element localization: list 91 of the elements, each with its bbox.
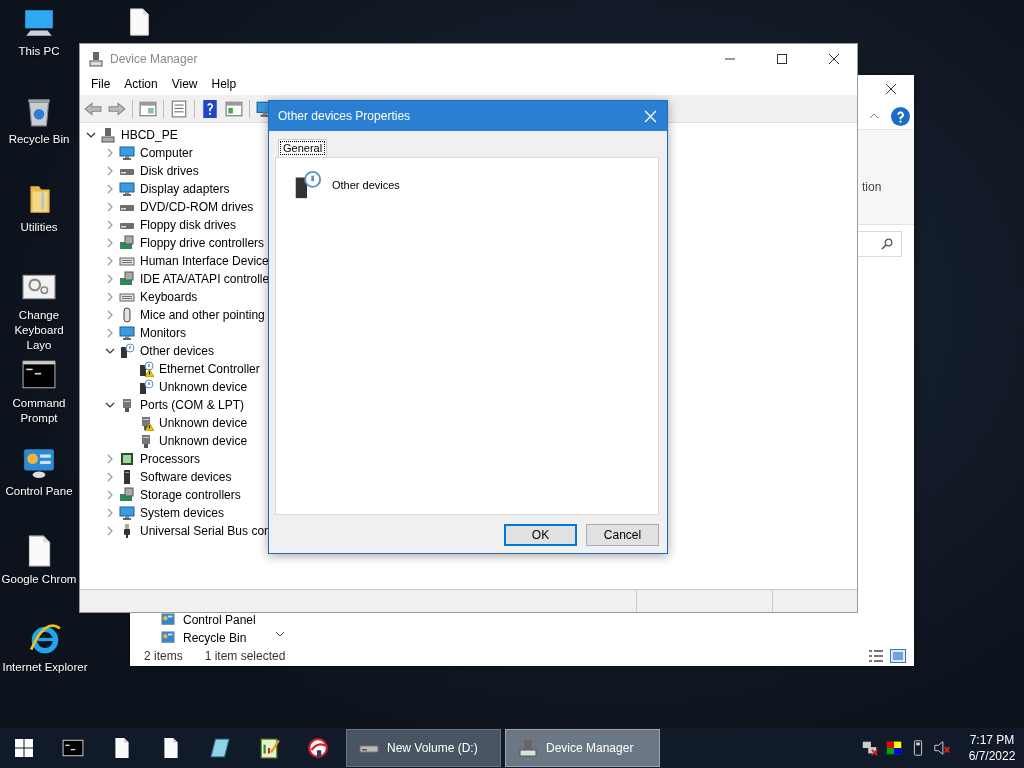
tree-item[interactable]: HBCD_PE <box>121 128 178 142</box>
browser-icon[interactable] <box>28 622 62 656</box>
control-panel-icon <box>160 613 176 627</box>
monitor-icon <box>119 505 135 521</box>
forward-arrow-icon[interactable] <box>108 99 126 118</box>
status-text: 2 items <box>144 648 183 663</box>
nav-item[interactable]: Recycle Bin <box>160 631 285 645</box>
tree-item[interactable]: Unknown device <box>159 380 248 394</box>
tree-item[interactable]: Software devices <box>140 470 232 484</box>
expand-chevron-icon[interactable] <box>105 346 115 356</box>
window-icon[interactable] <box>139 99 157 118</box>
window-icon[interactable] <box>225 99 243 118</box>
scroll-down-icon[interactable] <box>275 631 285 637</box>
tree-item[interactable]: Ethernet Controller <box>159 362 260 376</box>
desktop-icon-label[interactable]: Internet Explorer <box>2 660 88 675</box>
circuit-board-icon <box>119 271 135 287</box>
crystal-icon[interactable] <box>208 737 231 759</box>
dialog-title: Other devices Properties <box>278 109 411 123</box>
tree-item[interactable]: Floppy drive controllers <box>140 236 265 250</box>
tree-item[interactable]: Other devices <box>140 344 215 358</box>
monitor-icon <box>119 325 135 341</box>
help-icon[interactable] <box>201 99 219 118</box>
tree-item[interactable]: IDE ATA/ATAPI controlle <box>140 272 270 286</box>
monitor-icon <box>119 145 135 161</box>
expand-chevron-icon[interactable] <box>86 130 96 140</box>
tree-item[interactable]: Display adapters <box>140 182 230 196</box>
menu-item[interactable]: Action <box>117 77 165 91</box>
large-icons-view-icon[interactable] <box>890 648 906 663</box>
cancel-button[interactable]: Cancel <box>586 524 659 546</box>
tree-item[interactable]: Ports (COM & LPT) <box>140 398 244 412</box>
desktop-icon-label[interactable]: This PC <box>18 44 60 59</box>
chip-icon <box>119 451 135 467</box>
collapse-ribbon-icon[interactable] <box>869 113 879 119</box>
monitor-icon <box>119 181 135 197</box>
tree-item[interactable]: Floppy disk drives <box>140 218 237 232</box>
desktop-icon-label[interactable]: Change Keyboard Layo <box>0 308 78 353</box>
close-icon <box>828 52 840 65</box>
menu-item[interactable]: Help <box>204 77 244 91</box>
help-icon[interactable] <box>891 106 910 126</box>
tree-item[interactable]: Unknown device <box>159 416 248 430</box>
swirl-icon[interactable] <box>306 737 329 759</box>
document-icon[interactable] <box>170 99 188 118</box>
expand-chevron-icon[interactable] <box>105 400 115 410</box>
taskbar-window-button[interactable]: Device Manager <box>505 729 660 767</box>
circuit-board-icon <box>119 235 135 251</box>
menu-item[interactable]: File <box>84 77 118 91</box>
device-name: Other devices <box>332 179 400 191</box>
windows-logo-icon <box>14 738 34 758</box>
tree-item[interactable]: Disk drives <box>140 164 199 178</box>
desktop-icon-label[interactable]: Utilities <box>20 220 58 235</box>
nav-item[interactable]: Control Panel <box>160 613 285 627</box>
window-title: Device Manager <box>110 51 198 66</box>
tab[interactable]: General <box>278 139 328 157</box>
maximize-icon <box>776 52 788 65</box>
control-panel-icon <box>160 631 176 645</box>
desktop-icon-label[interactable]: Control Pane <box>5 484 73 499</box>
tree-item[interactable]: Computer <box>140 146 193 160</box>
network-disconnected-icon[interactable] <box>861 739 879 757</box>
search-icon <box>881 238 893 250</box>
clock-time[interactable]: 7:17 PM <box>969 732 1015 748</box>
menu-item[interactable]: View <box>164 77 205 91</box>
close-icon[interactable] <box>644 109 657 123</box>
tree-item[interactable]: Monitors <box>140 326 186 340</box>
desktop-icon-label[interactable]: Recycle Bin <box>8 132 70 147</box>
device-manager-icon <box>88 50 104 67</box>
status-text: 1 item selected <box>204 648 286 663</box>
desktop-icon-label[interactable]: Google Chrom <box>1 572 77 587</box>
tree-item[interactable]: System devices <box>140 506 225 520</box>
device-manager-icon <box>518 738 538 758</box>
control-panel-icon[interactable] <box>22 446 56 480</box>
tree-item[interactable]: Human Interface Device <box>140 254 269 268</box>
console-icon[interactable] <box>61 737 84 759</box>
unknown-device-icon <box>119 343 135 359</box>
circuit-board-icon <box>119 487 135 503</box>
details-view-icon[interactable] <box>868 648 884 663</box>
taskbar-window-button[interactable]: New Volume (D:) <box>346 729 501 767</box>
close-icon <box>885 83 897 95</box>
tree-item[interactable]: Processors <box>140 452 201 466</box>
tree-item[interactable]: Mice and other pointing <box>140 308 265 322</box>
speaker-muted-icon[interactable] <box>933 739 951 757</box>
clock-date[interactable]: 6/7/2022 <box>968 748 1016 764</box>
ok-button[interactable]: OK <box>504 524 577 546</box>
desktop-icon-label[interactable]: Command Prompt <box>0 396 78 426</box>
tree-item[interactable]: DVD/CD-ROM drives <box>140 200 254 214</box>
tree-item[interactable]: Keyboards <box>140 290 198 304</box>
tree-item[interactable]: Storage controllers <box>140 488 241 502</box>
back-arrow-icon[interactable] <box>84 99 102 118</box>
ribbon-button-label[interactable]: tion <box>862 180 882 194</box>
computer-icon <box>100 127 116 143</box>
tree-item[interactable]: Unknown device <box>159 434 248 448</box>
color-squares-icon[interactable] <box>885 739 903 757</box>
